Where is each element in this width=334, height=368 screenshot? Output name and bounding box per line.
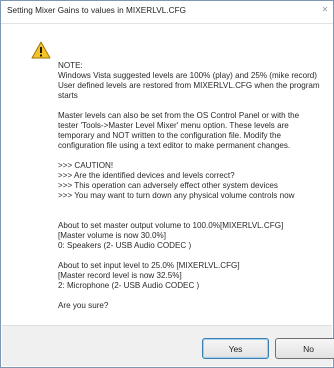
message-dialog: Setting Mixer Gains to values in MIXERLV… — [0, 0, 334, 368]
message-line: 2: Microphone (2- USB Audio CODEC ) — [58, 281, 200, 290]
title-bar[interactable]: Setting Mixer Gains to values in MIXERLV… — [1, 1, 333, 24]
caution-line: >>> CAUTION! — [58, 161, 114, 170]
message-line: temporary and NOT written to the configu… — [58, 131, 281, 140]
window-title: Setting Mixer Gains to values in MIXERLV… — [7, 6, 187, 15]
warning-icon — [31, 41, 51, 59]
caution-line: >>> Are the identified devices and level… — [58, 171, 235, 180]
close-icon: ✕ — [321, 5, 329, 14]
message-line: [Master volume is now 30.0%] — [58, 231, 166, 240]
no-button[interactable]: No — [275, 338, 334, 359]
caution-line: >>> You may want to turn down any physic… — [58, 191, 295, 200]
message-line: tester 'Tools->Master Level Mixer' menu … — [58, 121, 289, 130]
confirm-question: Are you sure? — [58, 301, 109, 310]
message-text: NOTE: Windows Vista suggested levels are… — [58, 61, 328, 311]
message-line: configuration file using a text editor t… — [58, 141, 291, 150]
button-bar: Yes No — [2, 325, 334, 366]
message-line: Master levels can also be set from the O… — [58, 111, 300, 120]
message-line: User defined levels are restored from MI… — [58, 81, 320, 90]
message-line: About to set master output volume to 100… — [58, 221, 284, 230]
message-line: About to set input level to 25.0% [MIXER… — [58, 261, 240, 270]
message-line: Windows Vista suggested levels are 100% … — [58, 71, 317, 80]
close-button[interactable]: ✕ — [317, 1, 333, 19]
yes-button[interactable]: Yes — [202, 338, 269, 359]
message-line: 0: Speakers (2- USB Audio CODEC ) — [58, 241, 192, 250]
message-line: [Master record level is now 32.5%] — [58, 271, 182, 280]
caution-line: >>> This operation can adversely effect … — [58, 181, 278, 190]
message-line: starts — [58, 91, 78, 100]
message-line: NOTE: — [58, 61, 83, 70]
